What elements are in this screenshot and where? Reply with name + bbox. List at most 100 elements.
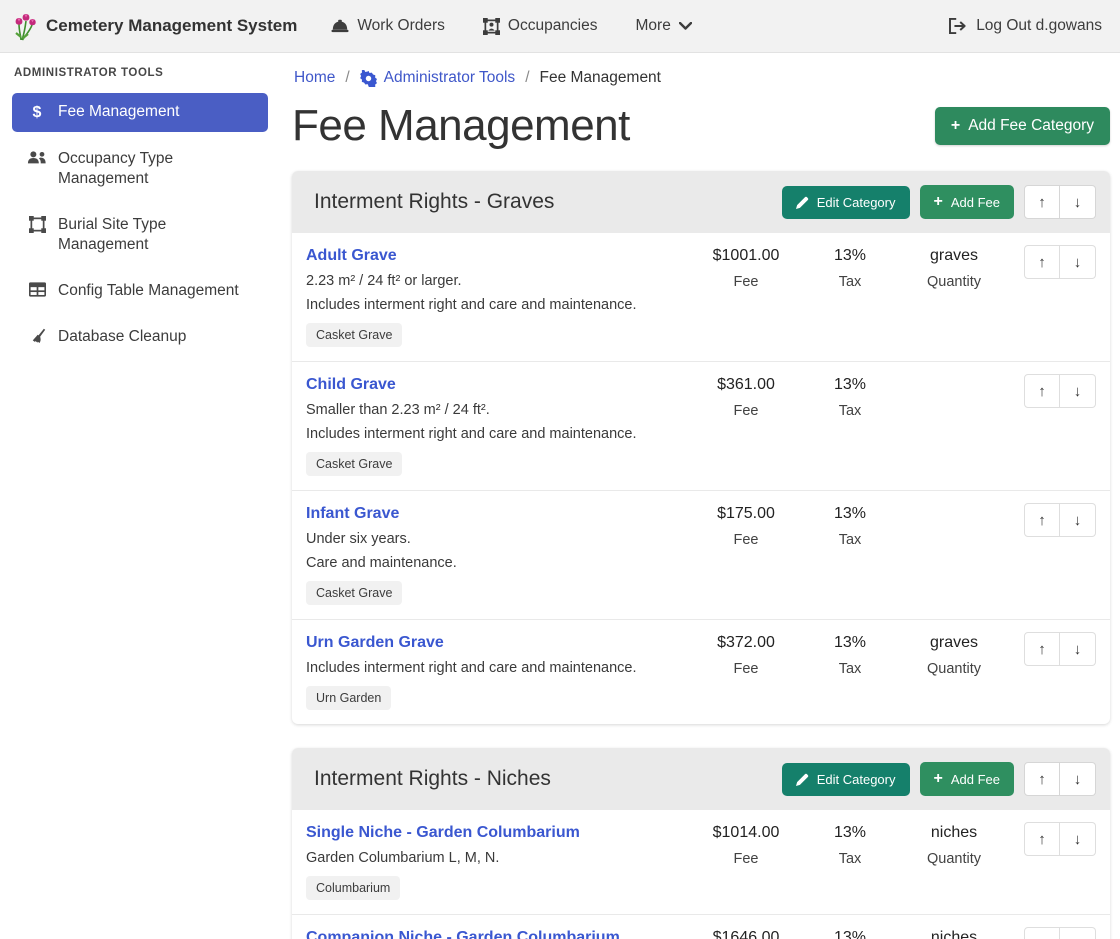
- fee-tax-value: 13%: [798, 376, 902, 394]
- fee-quantity-label: Quantity: [902, 851, 1006, 867]
- fee-amount-value: $372.00: [694, 634, 798, 652]
- fee-description-1: Smaller than 2.23 m² / 24 ft².: [306, 402, 694, 418]
- edit-category-button[interactable]: Edit Category: [782, 763, 910, 796]
- fee-name-link[interactable]: Single Niche - Garden Columbarium: [306, 824, 580, 842]
- fee-quantity-column: graves Quantity: [902, 245, 1006, 347]
- fee-tax-column: 13% Tax: [798, 503, 902, 605]
- move-category-up-button[interactable]: ↑: [1024, 185, 1060, 219]
- edit-category-label: Edit Category: [817, 772, 896, 787]
- category-title: Interment Rights - Graves: [314, 190, 554, 214]
- add-fee-category-button[interactable]: + Add Fee Category: [935, 107, 1110, 145]
- fee-description-2: Care and maintenance.: [306, 555, 694, 571]
- fee-tax-column: 13% Tax: [798, 822, 902, 900]
- fee-amount-label: Fee: [694, 661, 798, 677]
- fee-amount-column: $372.00 Fee: [694, 632, 798, 710]
- sign-out-icon: [949, 18, 967, 34]
- fee-row: Infant Grave Under six years. Care and m…: [292, 491, 1110, 620]
- nav-more-label: More: [636, 17, 671, 35]
- breadcrumb-admin-tools-label: Administrator Tools: [384, 69, 516, 87]
- sidebar-item-config-table-management[interactable]: Config Table Management: [12, 272, 268, 310]
- fee-quantity-value: graves: [902, 634, 1006, 652]
- fee-amount-column: $1001.00 Fee: [694, 245, 798, 347]
- nav-work-orders[interactable]: Work Orders: [331, 17, 445, 35]
- pencil-icon: [796, 773, 809, 786]
- fee-description-1: Includes interment right and care and ma…: [306, 660, 694, 676]
- move-fee-up-button[interactable]: ↑: [1024, 822, 1060, 856]
- fee-row: Companion Niche - Garden Columbarium Gar…: [292, 915, 1110, 939]
- fee-row: Child Grave Smaller than 2.23 m² / 24 ft…: [292, 362, 1110, 491]
- edit-category-button[interactable]: Edit Category: [782, 186, 910, 219]
- move-category-down-button[interactable]: ↓: [1060, 185, 1096, 219]
- fee-tax-label: Tax: [798, 661, 902, 677]
- pencil-icon: [796, 196, 809, 209]
- move-category-down-button[interactable]: ↓: [1060, 762, 1096, 796]
- category-fees: Single Niche - Garden Columbarium Garden…: [292, 810, 1110, 939]
- chevron-down-icon: [679, 22, 692, 30]
- sidebar-item-label: Config Table Management: [58, 281, 239, 301]
- breadcrumb-home-link[interactable]: Home: [294, 69, 335, 87]
- sidebar-item-fee-management[interactable]: $ Fee Management: [12, 93, 268, 132]
- fee-amount-label: Fee: [694, 851, 798, 867]
- occupant-frame-icon: [483, 18, 500, 35]
- main-content: Home / Administrator Tools / Fee Managem…: [280, 53, 1120, 939]
- fee-type-badge: Casket Grave: [306, 452, 402, 476]
- move-fee-down-button[interactable]: ↓: [1060, 245, 1096, 279]
- fee-description-2: Includes interment right and care and ma…: [306, 426, 694, 442]
- fee-type-badge: Casket Grave: [306, 323, 402, 347]
- move-fee-down-button[interactable]: ↓: [1060, 632, 1096, 666]
- sidebar-item-label: Database Cleanup: [58, 327, 186, 347]
- fee-amount-value: $1001.00: [694, 247, 798, 265]
- nav-more[interactable]: More: [636, 17, 692, 35]
- fee-tax-label: Tax: [798, 274, 902, 290]
- sidebar-item-burial-site-type-management[interactable]: Burial Site Type Management: [12, 206, 268, 264]
- fee-name-link[interactable]: Infant Grave: [306, 505, 399, 523]
- sidebar-item-database-cleanup[interactable]: Database Cleanup: [12, 318, 268, 356]
- fee-quantity-label: Quantity: [902, 661, 1006, 677]
- sidebar-item-occupancy-type-management[interactable]: Occupancy Type Management: [12, 140, 268, 198]
- add-fee-button[interactable]: + Add Fee: [920, 762, 1015, 796]
- fee-quantity-value: niches: [902, 824, 1006, 842]
- nav-work-orders-label: Work Orders: [357, 17, 445, 35]
- move-fee-up-button[interactable]: ↑: [1024, 503, 1060, 537]
- move-fee-up-button[interactable]: ↑: [1024, 632, 1060, 666]
- fee-description-2: Includes interment right and care and ma…: [306, 297, 694, 313]
- breadcrumb: Home / Administrator Tools / Fee Managem…: [292, 65, 1110, 87]
- move-fee-down-button[interactable]: ↓: [1060, 822, 1096, 856]
- move-category-up-button[interactable]: ↑: [1024, 762, 1060, 796]
- fee-quantity-column: graves Quantity: [902, 632, 1006, 710]
- fee-category-card: Interment Rights - Niches Edit Category …: [292, 748, 1110, 939]
- fee-quantity-label: Quantity: [902, 274, 1006, 290]
- move-fee-down-button[interactable]: ↓: [1060, 927, 1096, 939]
- move-fee-up-button[interactable]: ↑: [1024, 374, 1060, 408]
- breadcrumb-admin-tools-link[interactable]: Administrator Tools: [360, 69, 516, 87]
- fee-amount-label: Fee: [694, 274, 798, 290]
- fee-amount-value: $175.00: [694, 505, 798, 523]
- add-fee-category-label: Add Fee Category: [968, 117, 1094, 135]
- brand[interactable]: Cemetery Management System: [12, 11, 297, 41]
- fee-type-badge: Columbarium: [306, 876, 400, 900]
- top-navbar: Cemetery Management System Work Orders: [0, 0, 1120, 53]
- fee-tax-value: 13%: [798, 634, 902, 652]
- fee-tax-label: Tax: [798, 532, 902, 548]
- fee-name-link[interactable]: Companion Niche - Garden Columbarium: [306, 929, 620, 939]
- fee-name-link[interactable]: Urn Garden Grave: [306, 634, 444, 652]
- fee-name-link[interactable]: Child Grave: [306, 376, 396, 394]
- fee-description-1: 2.23 m² / 24 ft² or larger.: [306, 273, 694, 289]
- tulip-logo-icon: [12, 11, 38, 41]
- logout-button[interactable]: Log Out d.gowans: [949, 17, 1102, 35]
- add-fee-label: Add Fee: [951, 195, 1000, 210]
- fee-tax-column: 13% Tax: [798, 245, 902, 347]
- breadcrumb-current: Fee Management: [540, 69, 662, 87]
- fee-amount-label: Fee: [694, 532, 798, 548]
- move-fee-down-button[interactable]: ↓: [1060, 503, 1096, 537]
- move-fee-up-button[interactable]: ↑: [1024, 245, 1060, 279]
- move-fee-up-button[interactable]: ↑: [1024, 927, 1060, 939]
- fee-amount-label: Fee: [694, 403, 798, 419]
- add-fee-button[interactable]: + Add Fee: [920, 185, 1015, 219]
- move-fee-down-button[interactable]: ↓: [1060, 374, 1096, 408]
- fee-amount-column: $175.00 Fee: [694, 503, 798, 605]
- fee-description-1: Under six years.: [306, 531, 694, 547]
- nav-occupancies[interactable]: Occupancies: [483, 17, 598, 35]
- fee-quantity-value: graves: [902, 247, 1006, 265]
- fee-name-link[interactable]: Adult Grave: [306, 247, 397, 265]
